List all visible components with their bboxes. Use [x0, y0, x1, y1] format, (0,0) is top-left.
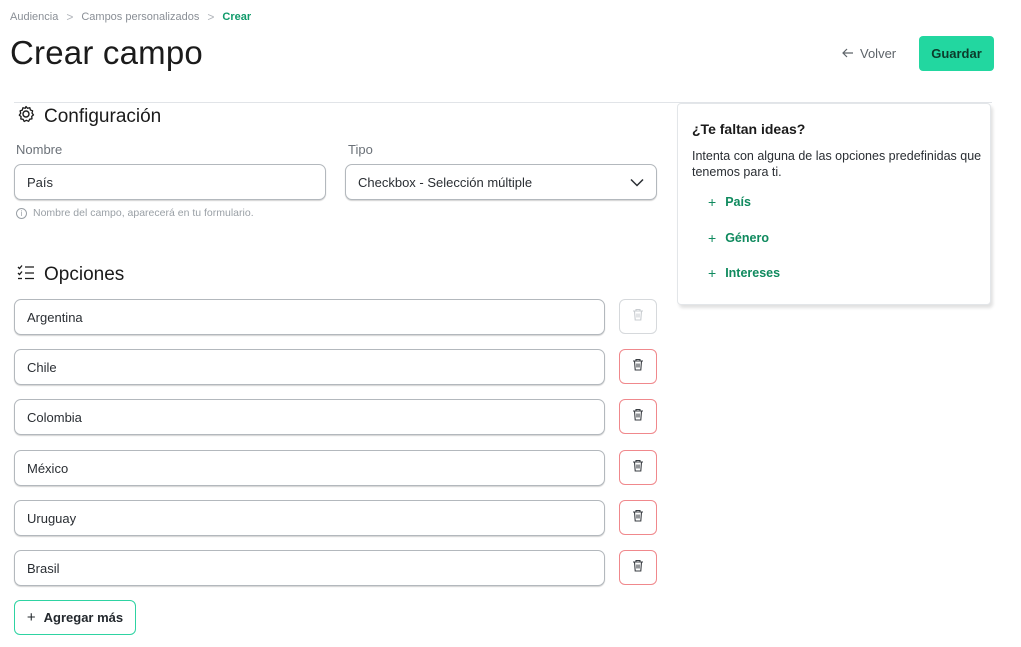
delete-option-button[interactable] [619, 550, 657, 585]
add-more-button[interactable]: + Agregar más [14, 600, 136, 635]
breadcrumb-separator: > [207, 10, 215, 24]
type-select[interactable]: Checkbox - Selección múltiple [345, 164, 657, 200]
delete-option-button[interactable] [619, 450, 657, 485]
add-more-label: Agregar más [43, 610, 124, 625]
idea-label: País [725, 195, 751, 209]
breadcrumb-audiencia[interactable]: Audiencia [10, 11, 58, 23]
back-label: Volver [860, 46, 897, 61]
option-value: Colombia [27, 409, 82, 425]
chevron-down-icon [630, 175, 644, 190]
option-input[interactable]: Uruguay [14, 500, 605, 536]
option-input[interactable]: Colombia [14, 399, 605, 435]
idea-genero-link[interactable]: + Género [708, 231, 769, 245]
plus-icon: + [708, 265, 717, 281]
type-select-value: Checkbox - Selección múltiple [358, 174, 533, 190]
options-section-title: Opciones [16, 262, 124, 288]
trash-icon [632, 509, 644, 527]
breadcrumb-campos-personalizados[interactable]: Campos personalizados [81, 11, 199, 23]
delete-option-button[interactable] [619, 399, 657, 434]
save-button[interactable]: Guardar [919, 36, 994, 71]
page-title: Crear campo [10, 34, 203, 71]
name-input[interactable]: País [14, 164, 326, 200]
name-label: Nombre [16, 142, 63, 157]
back-button[interactable]: Volver [842, 46, 896, 61]
options-title: Opciones [44, 264, 125, 285]
config-section-title: Configuración [16, 104, 161, 130]
ideas-card: ¿Te faltan ideas? Intenta con alguna de … [677, 103, 991, 305]
option-input[interactable]: Argentina [14, 299, 605, 335]
option-input[interactable]: Brasil [14, 550, 605, 586]
helper-text: Nombre del campo, aparecerá en tu formul… [33, 207, 254, 219]
trash-icon [632, 308, 644, 326]
idea-intereses-link[interactable]: + Intereses [708, 266, 780, 280]
option-input[interactable]: México [14, 450, 605, 486]
option-input[interactable]: Chile [14, 349, 605, 385]
ideas-description: Intenta con alguna de las opciones prede… [692, 149, 982, 179]
type-label: Tipo [348, 142, 373, 157]
idea-label: Intereses [725, 266, 781, 280]
trash-icon [632, 459, 644, 477]
ideas-title: ¿Te faltan ideas? [692, 121, 806, 137]
breadcrumb: Audiencia > Campos personalizados > Crea… [10, 10, 251, 24]
option-value: Argentina [27, 309, 83, 325]
idea-label: Género [725, 231, 769, 245]
breadcrumb-separator: > [66, 10, 74, 24]
info-icon: i [16, 207, 27, 219]
gear-icon [16, 104, 36, 130]
plus-icon: + [26, 609, 36, 626]
option-value: Uruguay [27, 510, 77, 526]
arrow-left-icon [842, 46, 854, 61]
option-value: Chile [27, 359, 57, 375]
plus-icon: + [708, 230, 717, 246]
config-title: Configuración [44, 106, 162, 127]
name-helper-text: i Nombre del campo, aparecerá en tu form… [16, 207, 254, 219]
checklist-icon [16, 262, 36, 288]
delete-option-button[interactable] [619, 349, 657, 384]
name-input-value: País [27, 174, 54, 190]
trash-icon [632, 358, 644, 376]
breadcrumb-current: Crear [222, 11, 252, 23]
idea-pais-link[interactable]: + País [708, 195, 751, 209]
plus-icon: + [708, 194, 717, 210]
option-value: Brasil [27, 560, 60, 576]
trash-icon [632, 408, 644, 426]
delete-option-button[interactable] [619, 299, 657, 334]
trash-icon [632, 559, 644, 577]
option-value: México [27, 460, 69, 476]
delete-option-button[interactable] [619, 500, 657, 535]
